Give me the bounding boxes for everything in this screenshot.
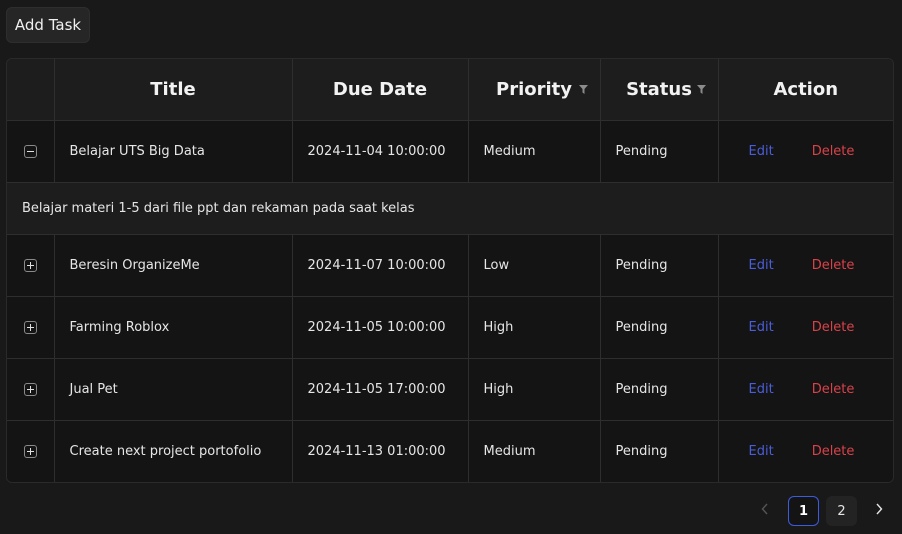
task-priority: Low	[468, 234, 601, 297]
task-due-date: 2024-11-04 10:00:00	[292, 120, 469, 183]
due-date-header-label: Due Date	[332, 79, 428, 100]
task-status: Pending	[600, 420, 719, 482]
task-due-date: 2024-11-13 01:00:00	[292, 420, 469, 482]
expand-row-button[interactable]	[23, 383, 37, 396]
edit-button[interactable]: Edit	[749, 320, 774, 335]
add-task-button[interactable]: Add Task	[6, 7, 90, 43]
task-status: Pending	[600, 358, 719, 421]
task-title: Jual Pet	[54, 358, 293, 421]
page-1-button[interactable]: 1	[788, 496, 819, 526]
pagination: 1 2	[750, 496, 898, 526]
action-cell: Edit Delete	[718, 234, 893, 297]
title-header-label: Title	[150, 79, 196, 100]
edit-button[interactable]: Edit	[749, 144, 774, 159]
delete-button[interactable]: Delete	[812, 144, 855, 159]
task-table: Title Due Date Priority Status Action Be…	[6, 58, 894, 483]
expand-row-button[interactable]	[23, 445, 37, 458]
task-title: Belajar UTS Big Data	[54, 120, 293, 183]
task-title: Beresin OrganizeMe	[54, 234, 293, 297]
expand-column-header	[7, 59, 55, 121]
action-column-header: Action	[718, 59, 893, 121]
task-priority: Medium	[468, 120, 601, 183]
table-row: Farming Roblox 2024-11-05 10:00:00 High …	[7, 296, 893, 359]
chevron-left-icon	[761, 503, 769, 519]
chevron-right-icon	[875, 503, 883, 519]
action-cell: Edit Delete	[718, 358, 893, 421]
task-title: Farming Roblox	[54, 296, 293, 359]
task-due-date: 2024-11-07 10:00:00	[292, 234, 469, 297]
due-date-column-header: Due Date	[292, 59, 469, 121]
edit-button[interactable]: Edit	[749, 382, 774, 397]
expand-cell	[7, 120, 55, 183]
priority-header-label: Priority	[496, 79, 572, 100]
task-due-date: 2024-11-05 10:00:00	[292, 296, 469, 359]
expand-cell	[7, 420, 55, 482]
task-status: Pending	[600, 120, 719, 183]
expand-cell	[7, 358, 55, 421]
expanded-row: Belajar materi 1-5 dari file ppt dan rek…	[7, 182, 893, 235]
table-header-row: Title Due Date Priority Status Action	[7, 59, 893, 121]
task-title: Create next project portofolio	[54, 420, 293, 482]
expand-cell	[7, 296, 55, 359]
table-row: Create next project portofolio 2024-11-1…	[7, 420, 893, 482]
status-header-label: Status	[626, 79, 692, 100]
title-column-header: Title	[54, 59, 293, 121]
collapse-row-button[interactable]	[23, 145, 37, 158]
status-column-header: Status	[600, 59, 719, 121]
previous-page-button[interactable]	[750, 496, 780, 526]
expand-cell	[7, 234, 55, 297]
expand-row-button[interactable]	[23, 259, 37, 272]
table-row: Belajar UTS Big Data 2024-11-04 10:00:00…	[7, 120, 893, 183]
task-priority: Medium	[468, 420, 601, 482]
action-cell: Edit Delete	[718, 420, 893, 482]
action-cell: Edit Delete	[718, 120, 893, 183]
status-filter-icon[interactable]	[696, 85, 706, 94]
delete-button[interactable]: Delete	[812, 444, 855, 459]
delete-button[interactable]: Delete	[812, 258, 855, 273]
expand-row-button[interactable]	[23, 321, 37, 334]
action-header-label: Action	[773, 79, 839, 100]
edit-button[interactable]: Edit	[749, 258, 774, 273]
next-page-button[interactable]	[864, 496, 894, 526]
page-2-button[interactable]: 2	[826, 496, 857, 526]
action-cell: Edit Delete	[718, 296, 893, 359]
task-status: Pending	[600, 234, 719, 297]
task-due-date: 2024-11-05 17:00:00	[292, 358, 469, 421]
priority-filter-icon[interactable]	[578, 85, 588, 94]
task-description: Belajar materi 1-5 dari file ppt dan rek…	[7, 182, 893, 235]
table-row: Beresin OrganizeMe 2024-11-07 10:00:00 L…	[7, 234, 893, 297]
table-row: Jual Pet 2024-11-05 17:00:00 High Pendin…	[7, 358, 893, 421]
edit-button[interactable]: Edit	[749, 444, 774, 459]
task-priority: High	[468, 358, 601, 421]
delete-button[interactable]: Delete	[812, 320, 855, 335]
task-priority: High	[468, 296, 601, 359]
delete-button[interactable]: Delete	[812, 382, 855, 397]
task-status: Pending	[600, 296, 719, 359]
priority-column-header: Priority	[468, 59, 601, 121]
